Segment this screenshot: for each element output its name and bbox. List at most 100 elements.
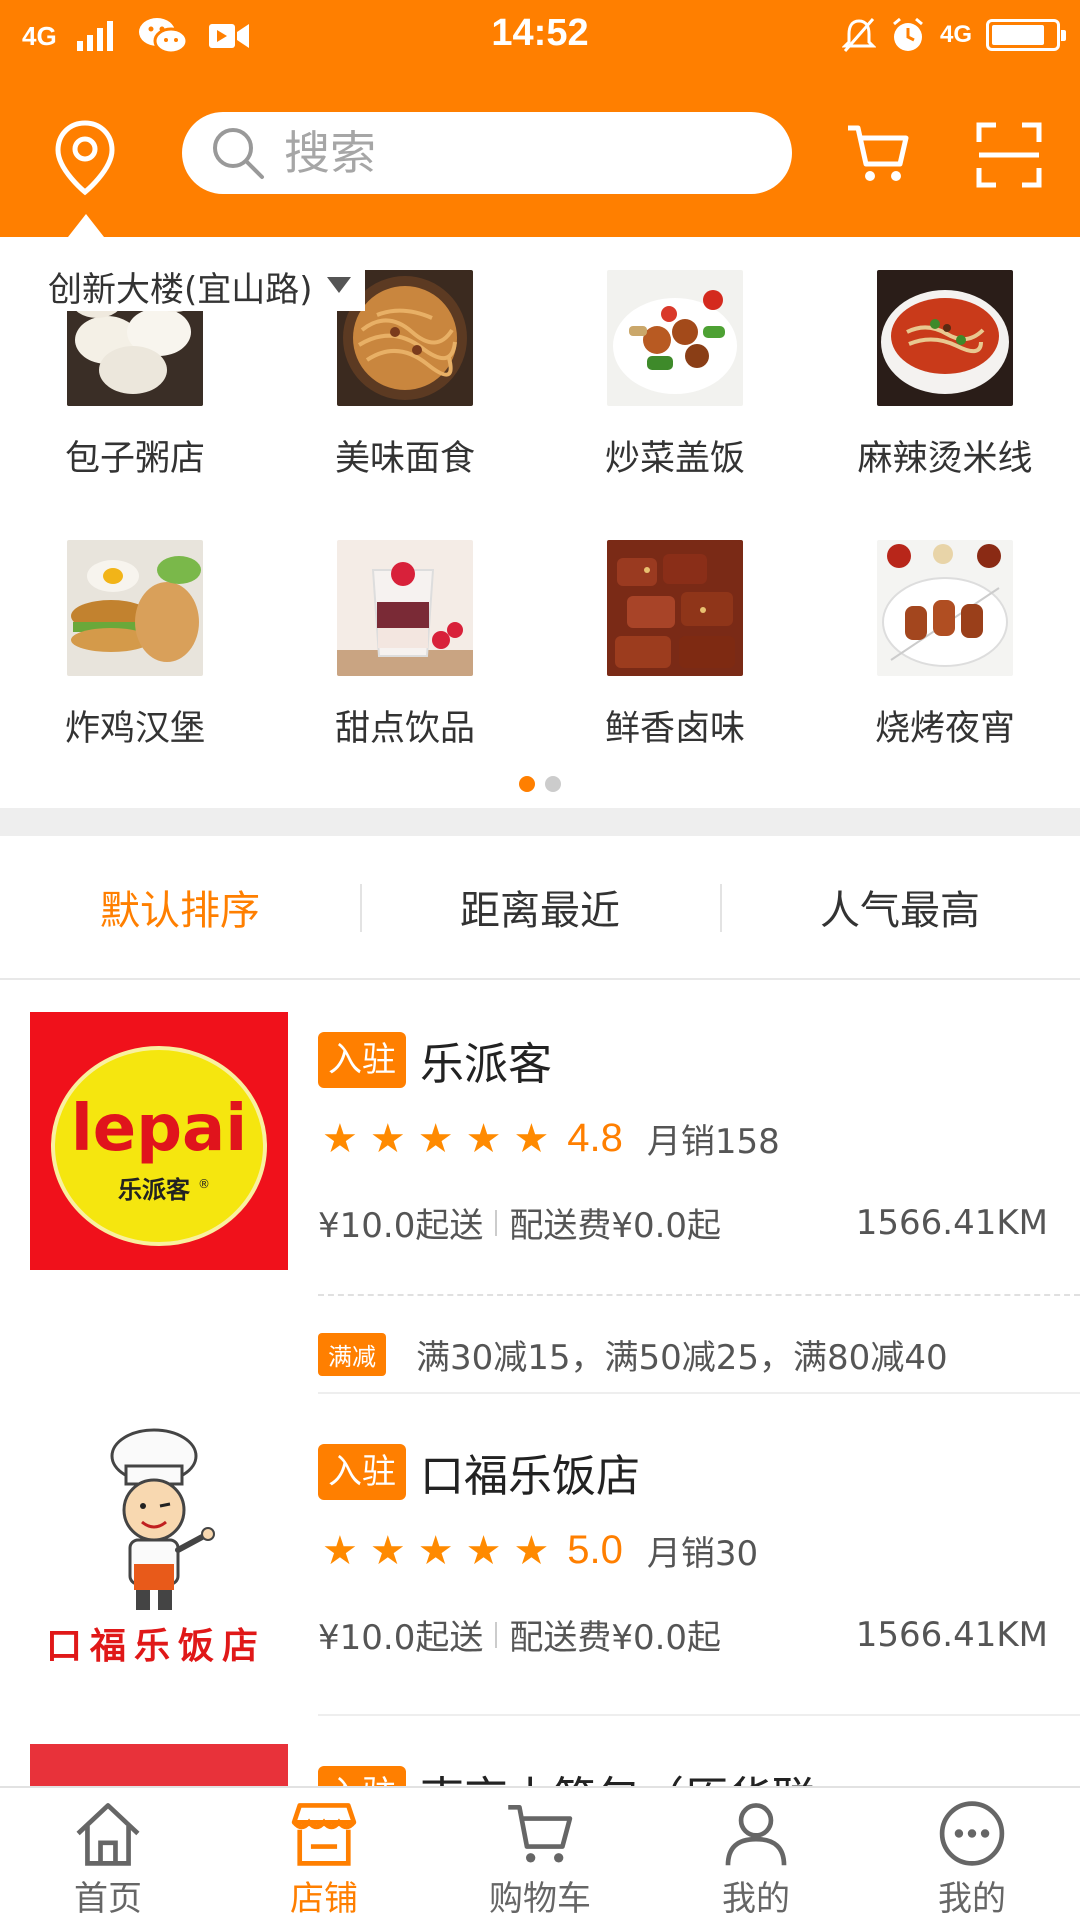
promo-text: 满30减15，满50减25，满80减40 [416,1338,948,1378]
shop-card[interactable]: 入驻 南京小笼包（原华联 [0,1744,1080,1786]
nav-label: 首页 [74,1879,142,1919]
dessert-image [337,540,473,676]
sort-tabs: 默认排序 距离最近 人气最高 [0,836,1080,980]
rating-score: 5.0 [567,1528,623,1572]
settled-badge: 入驻 [318,1032,406,1088]
delivery-info-row: ¥10.0起送 配送费¥0.0起 1566.41KM [318,1198,1048,1247]
lepai-logo-text: lepai [71,1092,247,1166]
category-spicy-noodle[interactable]: 麻辣烫米线 [810,270,1080,510]
category-label: 美味面食 [334,439,475,479]
nav-more[interactable]: 我的 [864,1788,1080,1920]
location-caret [68,214,104,237]
shop-card[interactable]: 口福乐饭店 入驻 口福乐饭店 ★★★★★ 5.0 月销30 ¥10.0起送 配送… [0,1424,1080,1714]
category-label: 麻辣烫米线 [857,439,1033,479]
shop-card[interactable]: lepai 乐派客 ® 入驻 乐派客 ★★★★★ 4.8 月销158 ¥10.0… [0,1012,1080,1392]
category-burger[interactable]: 炸鸡汉堡 [0,540,270,780]
settled-badge: 入驻 [318,1766,406,1786]
star-rating-icon: ★★★★★ [322,1527,562,1574]
category-label: 炸鸡汉堡 [64,709,205,749]
location-pin-icon[interactable] [50,118,120,198]
discount-badge: 满减 [318,1333,386,1376]
shop-divider [318,1392,1080,1394]
spicy-noodle-image [877,270,1013,406]
cart-icon [508,1805,573,1863]
search-bar[interactable] [182,112,792,194]
section-divider [0,808,1080,836]
category-stirfry[interactable]: 炒菜盖饭 [540,270,810,510]
rating-row: ★★★★★ 5.0 月销30 [322,1526,758,1575]
tab-nearest[interactable]: 距离最近 [360,836,720,978]
category-grid: 包子粥店 美味面食 炒菜盖饭 麻辣烫米线 炸鸡汉堡 甜点饮品 鲜香卤味 烧烤夜宵 [0,270,1080,750]
bottom-nav: 首页 店铺 购物车 我的 我的 [0,1786,1080,1920]
nav-home[interactable]: 首页 [0,1788,216,1920]
rating-row: ★★★★★ 4.8 月销158 [322,1114,780,1163]
category-bbq[interactable]: 烧烤夜宵 [810,540,1080,780]
category-label: 包子粥店 [64,439,205,479]
store-icon [291,1803,357,1866]
location-selector[interactable]: 创新大楼(宜山路) [48,262,365,311]
nav-label: 店铺 [290,1879,358,1919]
nav-label: 我的 [938,1879,1006,1919]
category-label: 甜点饮品 [334,709,475,749]
shop-name: 口福乐饭店 [420,1451,640,1502]
nav-label: 我的 [722,1879,790,1919]
bbq-image [877,540,1013,676]
monthly-sales: 月销158 [646,1122,780,1162]
status-bar: 4G 14:52 4G [0,0,1080,70]
min-order: ¥10.0起送 [318,1206,484,1246]
shop-name-row: 入驻 乐派客 [318,1028,552,1092]
meta-divider [495,1621,498,1648]
cart-icon[interactable] [846,118,910,188]
shop-divider [318,1714,1080,1716]
stirfry-image [607,270,743,406]
battery-icon [986,19,1066,51]
user-icon [725,1803,787,1866]
delivery-fee: 配送费¥0.0起 [509,1206,722,1246]
delivery-info-row: ¥10.0起送 配送费¥0.0起 1566.41KM [318,1610,1048,1659]
nav-mine[interactable]: 我的 [648,1788,864,1920]
distance: 1566.41KM [855,1202,1048,1243]
rating-score: 4.8 [567,1116,623,1160]
scan-icon[interactable] [976,122,1042,188]
alarm-icon [893,17,923,51]
min-order: ¥10.0起送 [318,1618,484,1658]
search-icon [213,128,264,179]
home-icon [76,1803,140,1866]
star-rating-icon: ★★★★★ [322,1115,562,1162]
status-right: 4G [841,12,1066,58]
svg-text:®: ® [198,1177,210,1191]
distance: 1566.41KM [855,1614,1048,1655]
braised-meat-image [607,540,743,676]
shop-name-row: 入驻 口福乐饭店 [318,1440,640,1504]
promo-row: 满减 满30减15，满50减25，满80减40 [318,1330,948,1379]
category-label: 烧烤夜宵 [874,709,1015,749]
lepai-logo-subtext: 乐派客 [118,1176,191,1204]
category-label: 炒菜盖饭 [604,439,745,479]
delivery-fee: 配送费¥0.0起 [509,1618,722,1658]
search-input[interactable] [284,126,764,180]
dashed-divider [318,1294,1080,1296]
settled-badge: 入驻 [318,1444,406,1500]
shop-name-row: 入驻 南京小笼包（原华联 [318,1762,816,1786]
network-right-label: 4G [939,21,972,48]
monthly-sales: 月销30 [646,1534,759,1574]
more-icon [939,1801,1005,1866]
category-dessert[interactable]: 甜点饮品 [270,540,540,780]
meta-divider [495,1209,498,1236]
category-pager [0,776,1080,792]
mute-icon [841,18,876,52]
kofule-logo-text: 口福乐饭店 [46,1626,266,1667]
shop-logo: 口福乐饭店 [30,1424,288,1682]
nav-cart[interactable]: 购物车 [432,1788,648,1920]
tab-most-popular[interactable]: 人气最高 [720,836,1080,978]
nav-store[interactable]: 店铺 [216,1788,432,1920]
pager-dot-1[interactable] [519,776,535,792]
dropdown-arrow-icon [326,276,351,293]
category-label: 鲜香卤味 [604,709,745,749]
shop-logo: lepai 乐派客 ® [30,1012,288,1270]
app-header: 4G 14:52 4G [0,0,1080,237]
category-braised[interactable]: 鲜香卤味 [540,540,810,780]
nav-label: 购物车 [489,1879,591,1919]
pager-dot-2[interactable] [545,776,561,792]
tab-default-sort[interactable]: 默认排序 [0,836,360,978]
